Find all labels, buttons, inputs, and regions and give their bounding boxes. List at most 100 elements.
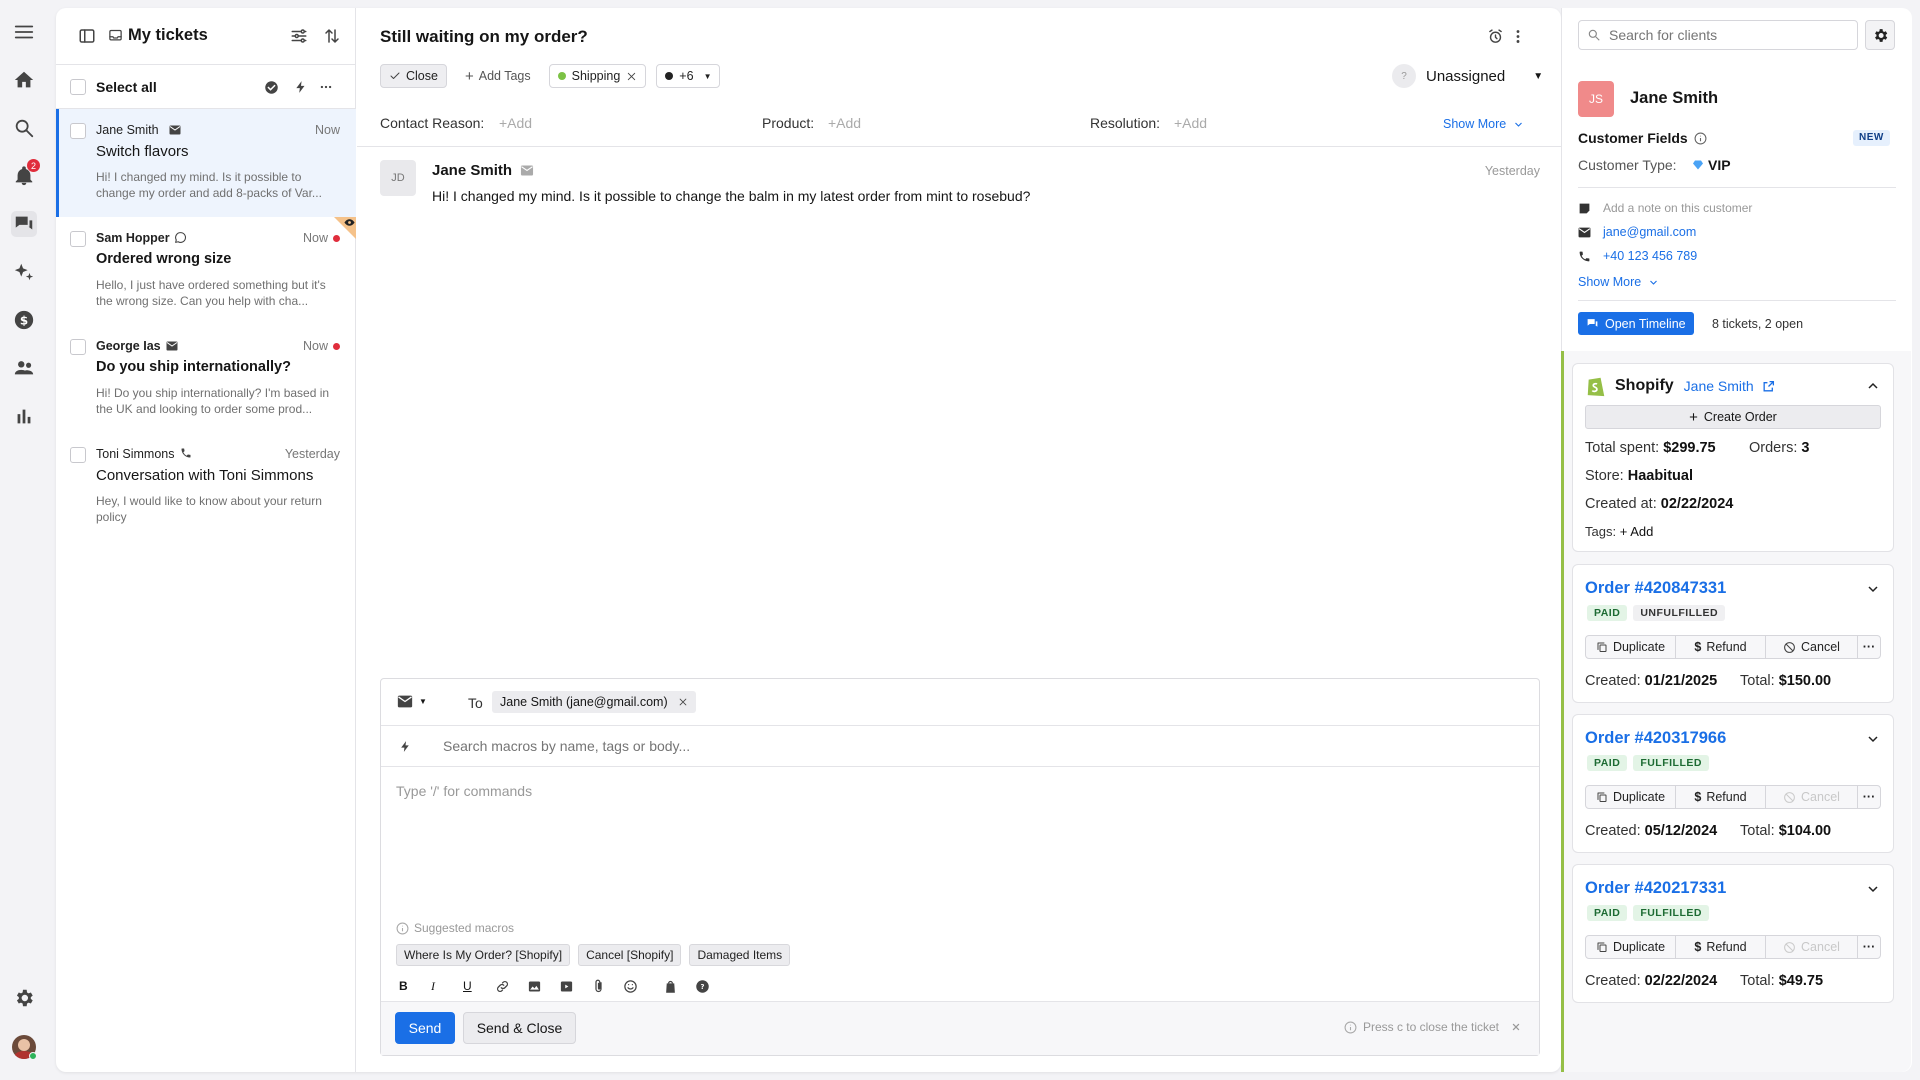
formatting-toolbar: B I U ? [399, 977, 727, 995]
chevron-down-icon[interactable] [1867, 583, 1879, 595]
ticket-list-header: My tickets [56, 8, 356, 65]
apply-macro-icon[interactable] [294, 80, 308, 94]
ticket-checkbox[interactable] [70, 231, 86, 247]
menu-icon[interactable] [11, 19, 37, 45]
shopify-icon[interactable] [663, 979, 695, 994]
chevron-up-icon[interactable] [1867, 380, 1879, 392]
ticket-checkbox[interactable] [70, 339, 86, 355]
payment-status-badge: PAID [1587, 605, 1628, 621]
italic-icon[interactable]: I [431, 979, 463, 994]
order-status-badges: PAID UNFULFILLED [1587, 605, 1726, 621]
select-all-label[interactable]: Select all [96, 79, 157, 95]
bold-icon[interactable]: B [399, 979, 431, 993]
create-order-button[interactable]: + Create Order [1585, 405, 1881, 429]
send-and-close-button[interactable]: Send & Close [463, 1012, 576, 1044]
refund-button[interactable]: $ Refund [1676, 786, 1766, 808]
send-button[interactable]: Send [395, 1012, 455, 1044]
filter-icon[interactable] [290, 27, 308, 45]
sort-icon[interactable] [323, 27, 341, 45]
link-icon[interactable] [495, 979, 527, 994]
macro-chip[interactable]: Cancel [Shopify] [578, 944, 682, 966]
cancel-order-button[interactable]: Cancel [1766, 636, 1858, 658]
dismiss-hint-icon[interactable] [1511, 1022, 1521, 1032]
underline-icon[interactable]: U [463, 979, 495, 993]
contact-reason-add[interactable]: +Add [499, 115, 532, 131]
duplicate-button[interactable]: Duplicate [1586, 636, 1676, 658]
product-add[interactable]: +Add [828, 115, 861, 131]
show-more-fields-button[interactable]: Show More [1443, 117, 1523, 131]
toggle-sidebar-icon[interactable] [78, 27, 96, 45]
refund-button[interactable]: $ Refund [1676, 636, 1766, 658]
ticket-item[interactable]: Sam Hopper Now Ordered wrong size Hello,… [56, 217, 356, 325]
channel-selector[interactable]: ▼ [397, 695, 427, 708]
open-timeline-button[interactable]: Open Timeline [1578, 312, 1694, 335]
customer-phone[interactable]: +40 123 456 789 [1603, 249, 1697, 263]
shopify-customer-link[interactable]: Jane Smith [1684, 378, 1754, 394]
revenue-icon[interactable]: $ [11, 307, 37, 333]
customer-settings-button[interactable] [1865, 20, 1895, 50]
emoji-icon[interactable] [623, 979, 663, 994]
customer-initials-avatar: JS [1578, 81, 1614, 117]
attachment-icon[interactable] [591, 979, 623, 994]
macro-search-input[interactable] [443, 736, 1043, 756]
chevron-down-icon[interactable] [1867, 733, 1879, 745]
snooze-icon[interactable] [1487, 28, 1504, 45]
ticket-item[interactable]: Jane Smith Now Switch flavors Hi! I chan… [56, 109, 356, 217]
tag-shipping[interactable]: Shipping [548, 64, 647, 88]
customer-type-value[interactable]: VIP [1692, 157, 1731, 173]
order-number-link[interactable]: Order #420217331 [1585, 879, 1726, 898]
customer-show-more[interactable]: Show More [1578, 275, 1658, 289]
order-more-button[interactable]: ··· [1858, 636, 1880, 658]
macro-chip[interactable]: Damaged Items [689, 944, 791, 966]
ticket-title[interactable]: Still waiting on my order? [380, 27, 588, 47]
select-all-checkbox[interactable] [70, 78, 86, 95]
video-icon[interactable] [559, 979, 591, 994]
image-icon[interactable] [527, 979, 559, 994]
ticket-checkbox[interactable] [70, 123, 86, 139]
customer-note-row[interactable]: Add a note on this customer [1578, 201, 1752, 215]
refund-label: Refund [1706, 790, 1747, 804]
customers-icon[interactable] [11, 355, 37, 381]
remove-recipient-icon[interactable] [678, 697, 688, 707]
ticket-item[interactable]: George Ias Now Do you ship international… [56, 325, 356, 433]
customer-phone-row[interactable]: +40 123 456 789 [1578, 249, 1697, 263]
add-tags-button[interactable]: + Add Tags [457, 64, 539, 88]
duplicate-button[interactable]: Duplicate [1586, 786, 1676, 808]
customer-email[interactable]: jane@gmail.com [1603, 225, 1696, 239]
mark-read-icon[interactable] [264, 80, 279, 95]
chevron-down-icon[interactable] [1867, 883, 1879, 895]
macro-chip[interactable]: Where Is My Order? [Shopify] [396, 944, 571, 966]
remove-tag-icon[interactable] [626, 71, 637, 82]
duplicate-button[interactable]: Duplicate [1586, 936, 1676, 958]
order-more-button[interactable]: ··· [1858, 936, 1880, 958]
customer-email-row[interactable]: jane@gmail.com [1578, 225, 1696, 239]
close-ticket-button[interactable]: Close [380, 64, 447, 88]
more-tags-button[interactable]: +6 ▼ [656, 64, 721, 88]
assignee-dropdown[interactable]: ? Unassigned ▼ [1392, 64, 1543, 88]
message-body-editor[interactable]: Type '/' for commands [396, 783, 532, 799]
conversations-icon[interactable] [11, 211, 37, 237]
client-search-input[interactable] [1609, 27, 1829, 43]
order-number-link[interactable]: Order #420847331 [1585, 579, 1726, 598]
search-icon[interactable] [11, 115, 37, 141]
settings-icon[interactable] [11, 985, 37, 1011]
ticket-checkbox[interactable] [70, 447, 86, 463]
order-number-link[interactable]: Order #420317966 [1585, 729, 1726, 748]
more-actions-icon[interactable] [318, 80, 334, 94]
discount-icon[interactable]: ? [695, 979, 727, 994]
refund-button[interactable]: $ Refund [1676, 936, 1766, 958]
notifications-icon[interactable]: 2 [11, 159, 40, 189]
order-created-value: 01/21/2025 [1644, 673, 1718, 689]
resolution-add[interactable]: +Add [1174, 115, 1207, 131]
order-more-button[interactable]: ··· [1858, 786, 1880, 808]
ticket-menu-icon[interactable] [1514, 28, 1522, 45]
client-search[interactable] [1578, 20, 1858, 50]
external-link-icon[interactable] [1762, 380, 1775, 393]
ticket-item[interactable]: Toni Simmons Yesterday Conversation with… [56, 433, 356, 541]
ai-sparkle-icon[interactable] [11, 259, 37, 285]
recipient-chip[interactable]: Jane Smith (jane@gmail.com) [492, 691, 696, 713]
add-tag-button[interactable]: + Add [1620, 524, 1654, 539]
statistics-icon[interactable] [11, 403, 37, 429]
home-icon[interactable] [11, 67, 37, 93]
dollar-icon: $ [1694, 940, 1702, 954]
